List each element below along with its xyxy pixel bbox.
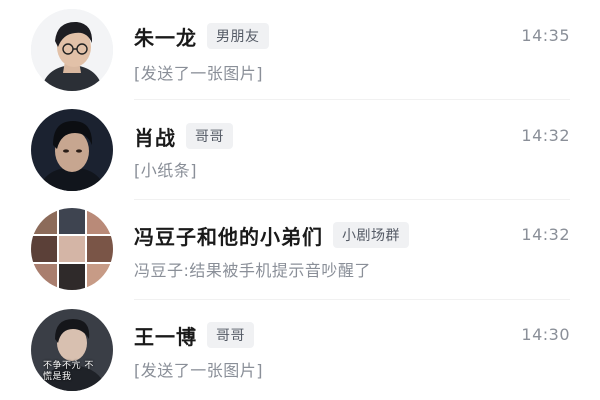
contact-name: 王一博 bbox=[134, 324, 197, 349]
group-name: 冯豆子和他的小弟们 bbox=[134, 224, 323, 249]
name-row: 王一博 哥哥 bbox=[134, 320, 254, 350]
avatar[interactable] bbox=[31, 9, 113, 91]
contact-name: 朱一龙 bbox=[134, 25, 197, 50]
avatar-group-grid-icon bbox=[31, 208, 113, 290]
chat-item-xiao-zhan[interactable]: 肖战 哥哥 14:32 [小纸条] bbox=[0, 100, 600, 200]
avatar[interactable] bbox=[31, 208, 113, 290]
name-row: 冯豆子和他的小弟们 小剧场群 bbox=[134, 220, 409, 250]
avatar-portrait-glasses-icon bbox=[31, 9, 113, 91]
avatar-portrait-dark-icon bbox=[31, 109, 113, 191]
message-time: 14:32 bbox=[521, 126, 570, 145]
contact-tag: 哥哥 bbox=[186, 123, 233, 149]
chat-item-group-feng-douzi[interactable]: 冯豆子和他的小弟们 小剧场群 14:32 冯豆子:结果被手机提示音吵醒了 bbox=[0, 200, 600, 300]
contact-tag: 哥哥 bbox=[207, 322, 254, 348]
message-preview: 冯豆子:结果被手机提示音吵醒了 bbox=[134, 261, 371, 280]
avatar[interactable]: 不争不亢 不慌是我 bbox=[31, 309, 113, 391]
message-preview: [发送了一张图片] bbox=[134, 361, 263, 380]
name-row: 朱一龙 男朋友 bbox=[134, 21, 269, 51]
message-time: 14:35 bbox=[521, 26, 570, 45]
chat-list: 朱一龙 男朋友 14:35 [发送了一张图片] 肖战 哥哥 14:32 [小纸条… bbox=[0, 0, 600, 400]
message-preview: [小纸条] bbox=[134, 161, 197, 180]
chat-item-wang-yibo[interactable]: 不争不亢 不慌是我 王一博 哥哥 14:30 [发送了一张图片] bbox=[0, 300, 600, 400]
message-time: 14:32 bbox=[521, 225, 570, 244]
avatar-caption: 不争不亢 不慌是我 bbox=[43, 361, 94, 382]
chat-item-zhu-yilong[interactable]: 朱一龙 男朋友 14:35 [发送了一张图片] bbox=[0, 0, 600, 100]
contact-name: 肖战 bbox=[134, 125, 176, 150]
contact-tag: 小剧场群 bbox=[333, 222, 409, 248]
name-row: 肖战 哥哥 bbox=[134, 121, 233, 151]
contact-tag: 男朋友 bbox=[207, 23, 269, 49]
avatar[interactable] bbox=[31, 109, 113, 191]
message-time: 14:30 bbox=[521, 325, 570, 344]
message-preview: [发送了一张图片] bbox=[134, 64, 263, 83]
